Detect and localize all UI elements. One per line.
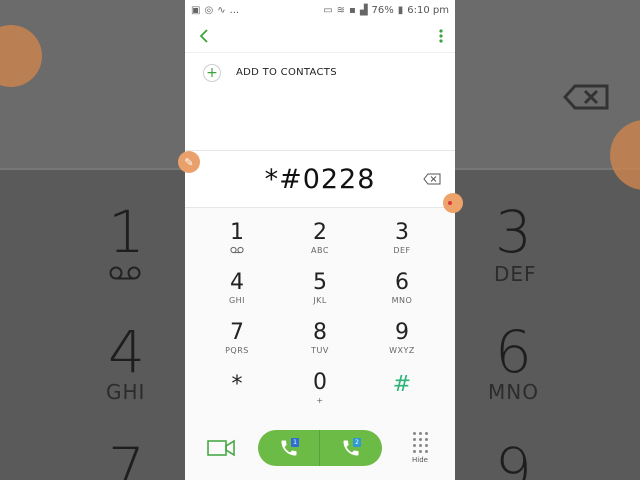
key-9[interactable]: 9 WXYZ xyxy=(362,320,442,370)
backdrop-left: 1 4 GHI 7 xyxy=(0,0,185,480)
video-call-icon[interactable] xyxy=(207,438,235,458)
whatsapp-icon: ◎ xyxy=(204,4,214,16)
hide-keypad-button[interactable]: Hide xyxy=(408,432,432,464)
backdrop-digit-1: 1 xyxy=(108,198,145,266)
battery-icon: ▮ xyxy=(397,4,404,16)
status-bar: ▣ ◎ ∿ ... ▭ ≋ ▪ ▟ 76% ▮ 6:10 pm xyxy=(185,0,455,20)
backdrop-digit-6: 6 xyxy=(495,318,532,386)
backdrop-digit-7: 7 xyxy=(108,435,145,480)
key-3[interactable]: 3 DEF xyxy=(362,220,442,270)
backspace-icon-blur xyxy=(563,84,609,110)
key-8[interactable]: 8 TUV xyxy=(280,320,360,370)
add-to-contacts-button[interactable]: + ADD TO CONTACTS xyxy=(185,52,455,92)
key-5[interactable]: 5 JKL xyxy=(280,270,360,320)
call-buttons: 1 2 xyxy=(258,430,382,466)
add-icon: + xyxy=(203,63,221,82)
backdrop-letters-4: GHI xyxy=(106,380,146,404)
cast-icon: ▭ xyxy=(323,4,333,16)
key-6[interactable]: 6 MNO xyxy=(362,270,442,320)
sim2-badge: 2 xyxy=(353,438,361,447)
sim-icon: ▪ xyxy=(349,4,356,16)
key-0[interactable]: 0 + xyxy=(280,370,360,420)
more-notifications: ... xyxy=(229,4,240,16)
voicemail-icon xyxy=(109,266,141,280)
app-notification-icon: ∿ xyxy=(217,4,226,16)
voicemail-icon xyxy=(230,246,244,254)
keypad: 1 2 ABC 3 DEF 4 GHI 5 JKL 6 MNO 7 PQRS 8… xyxy=(185,208,455,418)
key-2[interactable]: 2 ABC xyxy=(280,220,360,270)
backdrop-letters-3: DEF xyxy=(494,262,537,286)
backdrop-digit-9: 9 xyxy=(495,435,532,480)
add-to-contacts-label: ADD TO CONTACTS xyxy=(236,67,337,78)
key-7[interactable]: 7 PQRS xyxy=(197,320,277,370)
back-arrow-icon[interactable] xyxy=(199,29,209,43)
call-sim2-button[interactable]: 2 xyxy=(320,430,382,466)
signal-icon: ▟ xyxy=(359,4,368,16)
keypad-grid-icon xyxy=(412,432,428,453)
key-1[interactable]: 1 xyxy=(197,220,277,270)
backdrop-letters-6: MNO xyxy=(488,380,539,404)
video-notification-icon: ▣ xyxy=(191,4,201,16)
hide-label: Hide xyxy=(412,456,428,464)
key-hash[interactable]: # xyxy=(362,372,442,422)
call-sim1-button[interactable]: 1 xyxy=(258,430,320,466)
backdrop-digit-4: 4 xyxy=(108,318,145,386)
key-star[interactable]: * xyxy=(197,372,277,422)
dialed-number: *#0228 xyxy=(264,163,376,195)
backspace-icon[interactable] xyxy=(423,173,441,185)
dialed-number-field[interactable]: ✎ *#0228 xyxy=(178,150,463,213)
backdrop-digit-3: 3 xyxy=(495,198,532,266)
clock: 6:10 pm xyxy=(407,4,449,16)
sim1-badge: 1 xyxy=(291,438,299,447)
key-4[interactable]: 4 GHI xyxy=(197,270,277,320)
more-options-icon[interactable] xyxy=(439,29,443,43)
backdrop-right: 3 DEF 6 MNO 9 xyxy=(455,0,640,480)
bottom-bar: 1 2 Hide xyxy=(185,428,455,470)
screen: 1 4 GHI 7 3 DEF 6 MNO 9 ▣ ◎ ∿ ... ▭ ≋ ▪ … xyxy=(0,0,640,480)
dialer-screen: ▣ ◎ ∿ ... ▭ ≋ ▪ ▟ 76% ▮ 6:10 pm + ADD TO… xyxy=(178,0,463,480)
battery-percent: 76% xyxy=(371,4,394,16)
edit-bubble-icon[interactable]: ✎ xyxy=(178,151,200,173)
wifi-icon: ≋ xyxy=(336,4,346,16)
app-bar xyxy=(185,20,455,52)
